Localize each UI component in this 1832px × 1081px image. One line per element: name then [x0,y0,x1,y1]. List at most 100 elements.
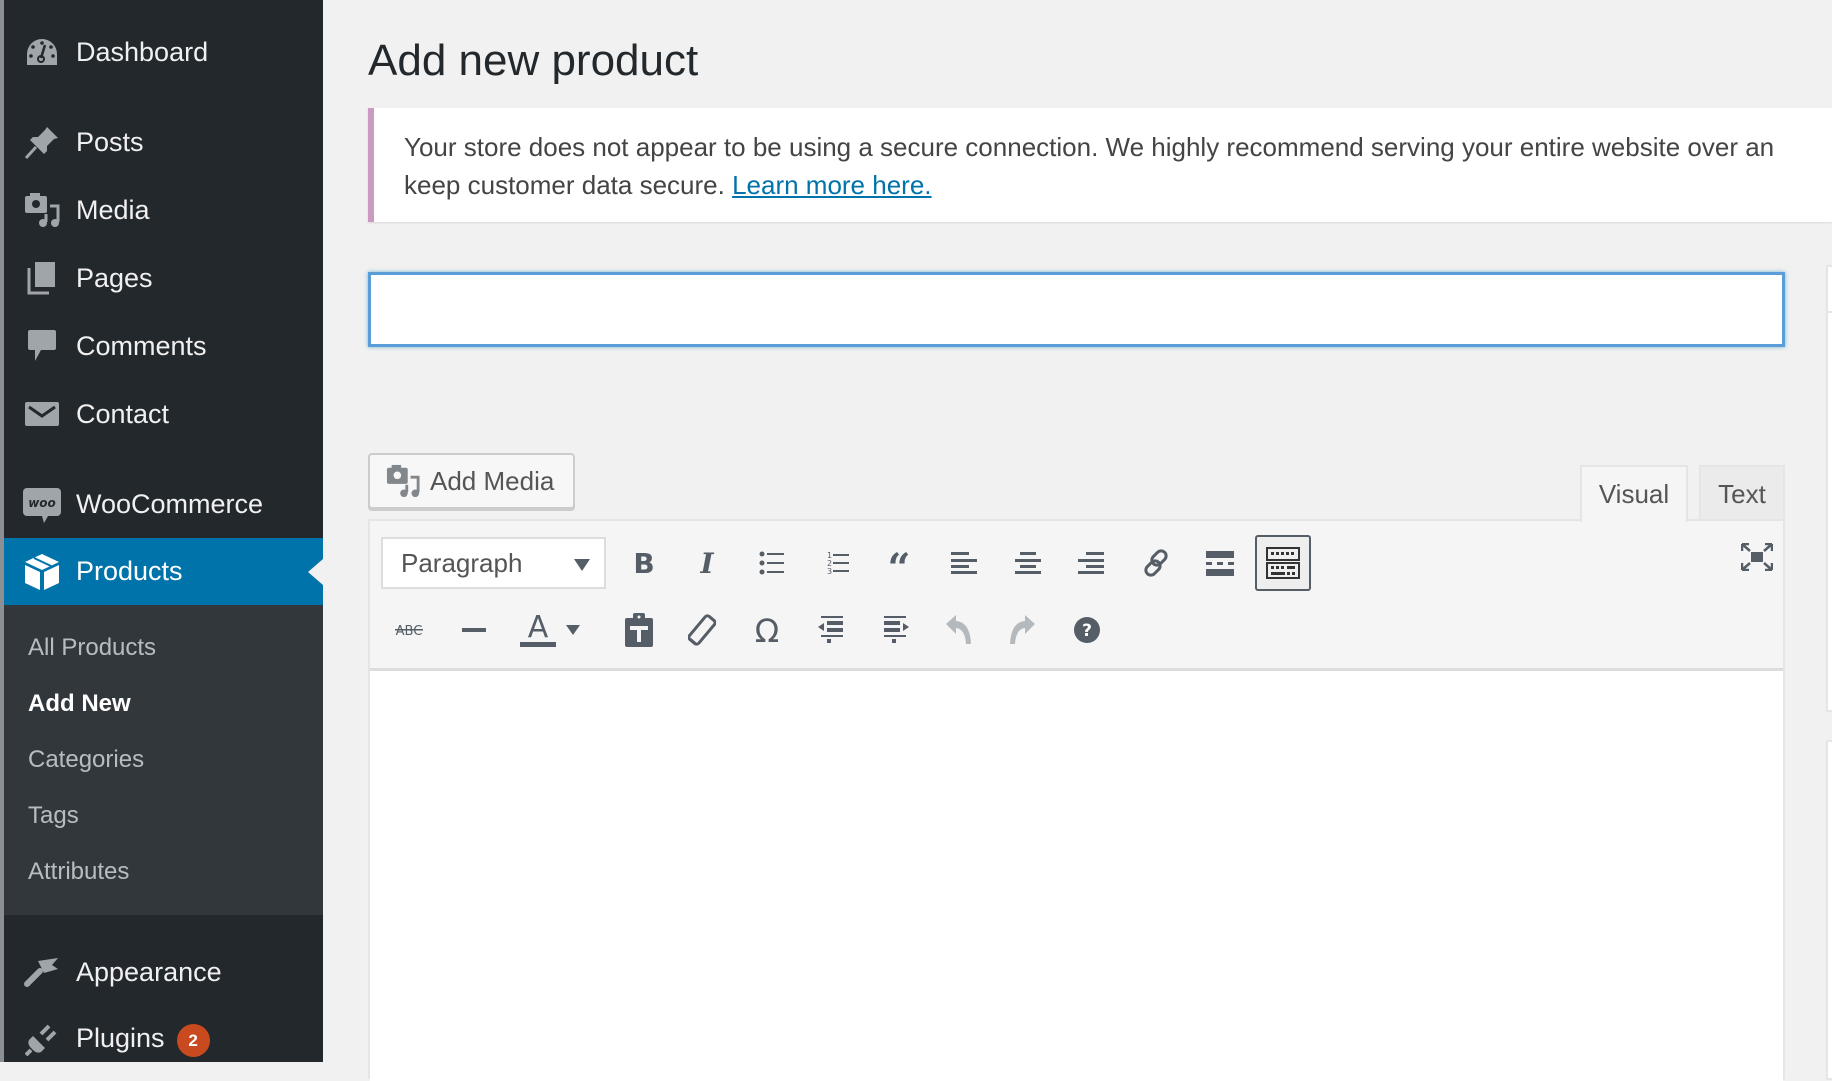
increase-indent-button[interactable] [872,606,920,654]
keyboard-shortcuts-button[interactable]: ? [1063,606,1111,654]
sidebar-item-products[interactable]: Products [4,538,323,605]
sidebar-item-label: Dashboard [76,36,209,67]
submenu-item-categories[interactable]: Categories [28,746,144,774]
secondary-metabox [1826,740,1832,1080]
fullscreen-button[interactable] [1733,533,1781,581]
current-menu-arrow [308,559,323,585]
tab-text[interactable]: Text [1699,465,1785,521]
format-select-value: Paragraph [401,547,523,578]
submenu-item-attributes[interactable]: Attributes [28,858,129,886]
comment-icon [22,326,62,366]
learn-more-link[interactable]: Learn more here. [732,170,931,200]
paste-as-text-button[interactable] [615,606,663,654]
admin-sidebar: Dashboard Posts Media Pages Comments Con… [0,0,323,1062]
svg-text:I: I [699,550,714,576]
svg-text:A: A [528,612,549,645]
omega-icon: Ω [753,615,781,645]
align-left-button[interactable] [940,539,988,587]
blockquote-button[interactable]: “ [875,539,923,587]
quote-icon: “ [885,552,913,574]
dashboard-icon [22,32,62,72]
editor-content-area[interactable] [370,671,1783,1081]
svg-text:“: “ [887,552,910,574]
svg-text:?: ? [1082,621,1092,641]
media-icon [22,190,62,230]
woo-icon: woo [22,484,62,524]
paste-text-icon [625,613,653,647]
content-editor: Paragraph B I 123 “ [368,519,1785,1081]
read-more-button[interactable] [1196,539,1244,587]
align-center-button[interactable] [1004,539,1052,587]
text-color-icon: A [520,612,556,648]
decrease-indent-button[interactable] [807,606,855,654]
align-right-button[interactable] [1067,539,1115,587]
add-media-label: Add Media [430,465,555,496]
redo-button[interactable] [998,606,1046,654]
help-icon: ? [1073,616,1101,644]
redo-icon [1007,614,1037,646]
sidebar-item-dashboard[interactable]: Dashboard [4,24,323,80]
caret-down-icon [566,625,580,635]
undo-icon [944,614,974,646]
notice-text: Your store does not appear to be using a… [404,128,1832,204]
sidebar-item-plugins[interactable]: Plugins 2 [4,1012,323,1068]
sidebar-item-label: Posts [76,126,144,157]
notice-line-2: keep customer data secure. [404,170,733,200]
link-icon [1141,548,1171,578]
add-media-button[interactable]: Add Media [368,453,575,509]
products-submenu: All Products Add New Categories Tags Att… [4,605,323,915]
sidebar-item-appearance[interactable]: Appearance [4,944,323,1000]
media-icon [386,464,420,498]
svg-text:3: 3 [827,567,832,576]
clear-formatting-button[interactable] [678,606,726,654]
sidebar-item-label: Products [76,556,183,586]
align-center-icon [1015,551,1041,575]
sidebar-item-contact[interactable]: Contact [4,386,323,442]
italic-icon: I [696,550,718,576]
numbered-list-button[interactable]: 123 [813,539,861,587]
fullscreen-icon [1741,543,1773,571]
sidebar-item-label: Media [76,194,150,225]
notice-line-1: Your store does not appear to be using a… [404,132,1775,162]
paintbrush-icon [22,952,62,992]
horizontal-line-icon [462,627,486,633]
text-color-dropdown[interactable] [559,606,587,654]
update-count-badge: 2 [176,1023,210,1057]
strikethrough-icon: ABC [394,622,424,638]
submenu-item-tags[interactable]: Tags [28,802,79,830]
sidebar-item-comments[interactable]: Comments [4,318,323,374]
tab-visual[interactable]: Visual [1580,465,1688,522]
align-right-icon [1078,551,1104,575]
text-color-button[interactable]: A [514,606,562,654]
sidebar-item-label: Appearance [76,956,222,987]
insert-link-button[interactable] [1132,539,1180,587]
special-character-button[interactable]: Ω [743,606,791,654]
sidebar-item-label: Comments [76,330,207,361]
pages-icon [22,258,62,298]
publish-metabox [1826,265,1832,712]
box-icon [22,552,62,592]
sidebar-item-media[interactable]: Media [4,182,323,238]
strikethrough-button[interactable]: ABC [385,606,433,654]
submenu-item-add-new[interactable]: Add New [28,690,131,718]
sidebar-item-label: Pages [76,262,153,293]
bulleted-list-button[interactable] [748,539,796,587]
metabox-divider [1828,311,1832,313]
undo-button[interactable] [935,606,983,654]
svg-text:B: B [633,550,654,576]
italic-button[interactable]: I [683,539,731,587]
product-title-input[interactable] [368,272,1785,347]
horizontal-line-button[interactable] [450,606,498,654]
numbered-list-icon: 123 [824,550,850,576]
bold-button[interactable]: B [620,539,668,587]
sidebar-item-posts[interactable]: Posts [4,114,323,170]
sidebar-item-pages[interactable]: Pages [4,250,323,306]
format-select[interactable]: Paragraph [381,537,606,589]
eraser-icon [688,614,716,646]
sidebar-item-woocommerce[interactable]: woo WooCommerce [4,476,323,532]
svg-text:ABC: ABC [396,624,423,638]
plugins-label: Plugins [76,1023,165,1054]
sidebar-item-label: Plugins 2 [76,1023,210,1057]
toolbar-toggle-button[interactable] [1255,535,1311,591]
submenu-item-all-products[interactable]: All Products [28,634,156,662]
